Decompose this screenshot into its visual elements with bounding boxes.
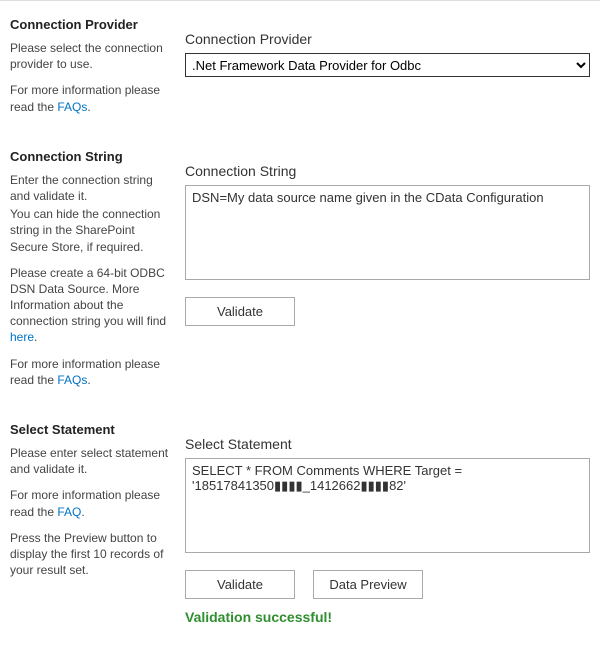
validation-success-message: Validation successful! [185, 609, 590, 625]
faq-link[interactable]: FAQ [57, 505, 81, 519]
select-statement-input[interactable] [185, 458, 590, 553]
help-panel-select: Select Statement Please enter select sta… [10, 416, 185, 625]
section-connection-string: Connection String Enter the connection s… [10, 143, 590, 398]
help-text: For more information please read the FAQ… [10, 356, 173, 388]
faqs-link[interactable]: FAQs [57, 100, 87, 114]
connection-provider-select[interactable]: .Net Framework Data Provider for Odbc [185, 53, 590, 77]
section-select-statement: Select Statement Please enter select sta… [10, 416, 590, 625]
button-row: Validate [185, 297, 590, 326]
help-title: Connection String [10, 149, 173, 164]
help-text: You can hide the connection string in th… [10, 206, 173, 255]
field-label: Connection Provider [185, 31, 590, 47]
help-text: For more information please read the FAQ… [10, 487, 173, 519]
help-text: Please select the connection provider to… [10, 40, 173, 72]
field-label: Select Statement [185, 436, 590, 452]
field-panel-provider: Connection Provider .Net Framework Data … [185, 11, 590, 125]
help-panel-connstr: Connection String Enter the connection s… [10, 143, 185, 398]
form-container: Connection Provider Please select the co… [0, 0, 600, 651]
data-preview-button[interactable]: Data Preview [313, 570, 423, 599]
help-text: For more information please read the FAQ… [10, 82, 173, 114]
field-panel-connstr: Connection String Validate [185, 143, 590, 398]
here-link[interactable]: here [10, 330, 34, 344]
field-label: Connection String [185, 163, 590, 179]
help-text: Please enter select statement and valida… [10, 445, 173, 477]
help-text: Enter the connection string and validate… [10, 172, 173, 204]
help-title: Connection Provider [10, 17, 173, 32]
section-connection-provider: Connection Provider Please select the co… [10, 11, 590, 125]
help-text: Press the Preview button to display the … [10, 530, 173, 579]
validate-button[interactable]: Validate [185, 570, 295, 599]
help-text: Please create a 64-bit ODBC DSN Data Sou… [10, 265, 173, 346]
button-row: Validate Data Preview [185, 570, 590, 599]
help-title: Select Statement [10, 422, 173, 437]
faqs-link[interactable]: FAQs [57, 373, 87, 387]
connection-string-input[interactable] [185, 185, 590, 280]
field-panel-select: Select Statement Validate Data Preview V… [185, 416, 590, 625]
validate-button[interactable]: Validate [185, 297, 295, 326]
help-panel-provider: Connection Provider Please select the co… [10, 11, 185, 125]
